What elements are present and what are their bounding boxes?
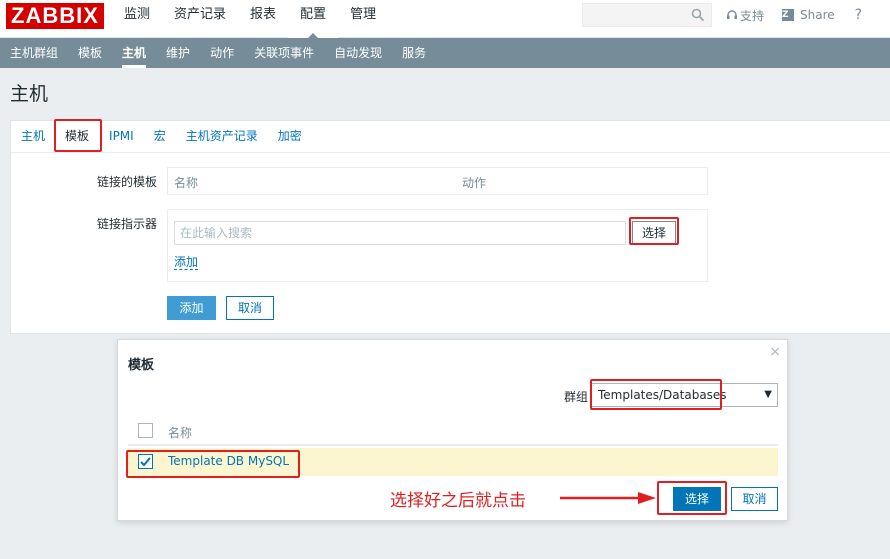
share-link[interactable]: Z Share	[776, 8, 835, 22]
search-icon[interactable]	[691, 8, 705, 22]
row-highlight	[126, 450, 300, 478]
arrow-icon	[560, 492, 656, 504]
subnav-services[interactable]: 服务	[392, 38, 436, 68]
tab-templates-highlight	[54, 119, 102, 152]
tab-macros[interactable]: 宏	[144, 121, 176, 152]
add-button[interactable]: 添加	[167, 296, 216, 320]
support-label: 支持	[740, 8, 765, 23]
subnav-correlation[interactable]: 关联项事件	[244, 38, 324, 68]
form-tabs: 主机 模板 IPMI 宏 主机资产记录 加密	[11, 121, 890, 153]
menu-item-configuration[interactable]: 配置	[288, 0, 339, 39]
menu-item-reports[interactable]: 报表	[238, 0, 288, 38]
col-name-header: 名称	[174, 176, 199, 190]
chevron-down-icon: ▼	[764, 389, 772, 400]
close-icon[interactable]: ×	[769, 344, 781, 360]
subnav-hosts[interactable]: 主机	[112, 38, 156, 68]
share-icon: Z	[782, 9, 795, 21]
linked-templates-label: 链接的模板	[96, 175, 157, 189]
support-link[interactable]: 支持	[726, 7, 764, 24]
subnav-discovery[interactable]: 自动发现	[324, 38, 392, 68]
menu-item-inventory[interactable]: 资产记录	[162, 0, 238, 38]
subnav-maintenance[interactable]: 维护	[156, 38, 200, 68]
top-links: 支持 Z Share ?	[720, 0, 868, 30]
page-title: 主机	[10, 83, 49, 105]
linked-templates-table: 名称 动作	[167, 167, 708, 195]
zabbix-logo[interactable]: ZABBIX	[6, 3, 104, 29]
tab-ipmi[interactable]: IPMI	[99, 121, 144, 152]
dialog-col-name: 名称	[168, 426, 193, 440]
dialog-select-highlight	[657, 481, 727, 515]
annotation-text: 选择好之后就点击	[390, 491, 526, 511]
subnav-host-groups[interactable]: 主机群组	[0, 38, 68, 68]
cancel-button[interactable]: 取消	[226, 296, 274, 320]
select-button-highlight	[629, 217, 679, 245]
sub-menu: 主机群组 模板 主机 维护 动作 关联项事件 自动发现 服务	[0, 38, 890, 68]
menu-item-administration[interactable]: 管理	[338, 0, 388, 38]
search-input[interactable]	[582, 3, 712, 27]
link-indicator-label: 链接指示器	[96, 217, 157, 231]
headset-icon	[727, 10, 737, 19]
tab-host[interactable]: 主机	[11, 121, 55, 152]
col-action-header: 动作	[462, 176, 487, 190]
main-menu: 监测 资产记录 报表 配置 管理	[112, 0, 388, 39]
sub-menu-bar: 主机群组 模板 主机 维护 动作 关联项事件 自动发现 服务	[0, 38, 890, 68]
group-label: 群组	[564, 390, 589, 404]
link-indicator-box: 在此输入搜索 选择 添加	[167, 209, 708, 282]
template-search-input[interactable]: 在此输入搜索	[174, 221, 626, 245]
subnav-templates[interactable]: 模板	[68, 38, 112, 68]
dialog-table-header: 名称	[128, 420, 778, 446]
select-all-checkbox[interactable]	[138, 423, 153, 438]
help-button[interactable]: ?	[855, 7, 862, 23]
top-header: ZABBIX 监测 资产记录 报表 配置 管理 支持 Z Share ?	[0, 0, 890, 39]
group-select-highlight	[590, 379, 722, 410]
dialog-title: 模板	[128, 358, 155, 373]
dialog-cancel-button[interactable]: 取消	[731, 487, 778, 511]
tab-encryption[interactable]: 加密	[268, 121, 312, 152]
template-select-dialog: 模板 × 群组 Templates/Databases ▼ 名称 Templat…	[117, 339, 788, 521]
add-template-link[interactable]: 添加	[174, 255, 199, 270]
subnav-actions[interactable]: 动作	[200, 38, 244, 68]
host-form-panel: 主机 模板 IPMI 宏 主机资产记录 加密 链接的模板 名称 动作 链接指示器…	[10, 119, 890, 334]
tab-inventory[interactable]: 主机资产记录	[176, 121, 268, 152]
menu-item-monitoring[interactable]: 监测	[112, 0, 162, 38]
share-label: Share	[800, 8, 835, 22]
